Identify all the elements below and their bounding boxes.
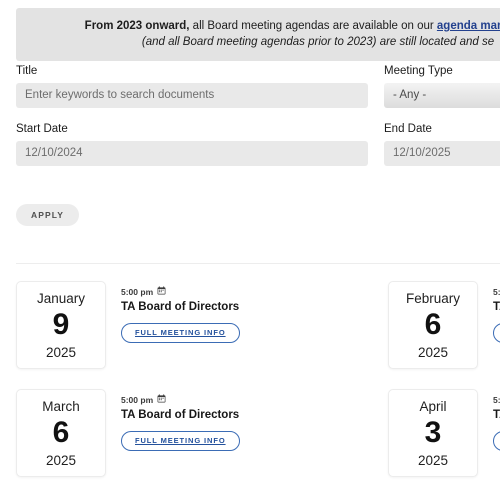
meeting-time: 5:00 pm [121,286,154,297]
meeting-detail: 5:00 pm [106,281,240,369]
form-row-two: Start Date End Date [16,122,500,166]
end-date-label: End Date [384,123,432,135]
start-date-input[interactable] [16,141,368,166]
agenda-management-link[interactable]: agenda management [437,20,500,32]
date-card: April 3 2025 [388,389,478,477]
listing-row: March 6 2025 5:00 pm TA Board of Directo… [16,389,500,477]
date-day: 6 [424,308,442,341]
date-year: 2025 [417,453,449,468]
meeting-title: TA Board of Directors [493,301,500,313]
meeting-item: January 9 2025 5:00 pm TA Board of Direc… [16,281,388,369]
date-day: 6 [52,416,70,449]
full-meeting-info-button[interactable]: FULL MEETING INFO [121,431,240,451]
meeting-item: March 6 2025 5:00 pm TA Board of Directo… [16,389,388,477]
notice-lead: From 2023 onward, [84,20,190,32]
meeting-title: TA Board of Directors [121,301,240,313]
start-date-field-group: Start Date [16,122,368,166]
date-card: February 6 2025 [388,281,478,369]
apply-button[interactable]: APPLY [16,204,80,226]
date-card: January 9 2025 [16,281,106,369]
date-card: March 6 2025 [16,389,106,477]
title-label: Title [16,65,38,77]
meeting-title: TA Board of Directors [493,409,500,421]
date-day: 9 [52,308,70,341]
full-meeting-info-button[interactable]: FULL MEETING INFO [493,323,500,343]
end-date-input[interactable] [384,141,500,166]
full-meeting-info-button[interactable]: FULL MEETING INFO [493,431,500,451]
meeting-title: TA Board of Directors [121,409,240,421]
meeting-detail: 5:00 pm [106,389,240,477]
page-root: From 2023 onward, all Board meeting agen… [0,0,500,500]
notice-banner: From 2023 onward, all Board meeting agen… [16,8,500,61]
meeting-listings: January 9 2025 5:00 pm TA Board of Direc… [16,281,500,497]
start-date-label: Start Date [16,123,68,135]
meeting-type-field-group: Meeting Type - Any - [384,64,500,108]
meeting-type-select[interactable]: - Any - [384,83,500,108]
meeting-time: 5:00 pm [121,394,154,405]
title-field-group: Title [16,64,368,108]
date-month: January [36,291,86,306]
calendar-icon [157,286,166,298]
meeting-detail: 5:00 pm [478,281,500,369]
date-month: April [419,399,447,414]
search-input[interactable] [16,83,368,108]
meeting-type-label: Meeting Type [384,65,453,77]
apply-button-wrap: APPLY [16,204,80,226]
date-month: March [42,399,80,414]
form-row-one: Title Meeting Type - Any - [16,64,500,108]
calendar-icon [157,394,166,406]
meeting-item: April 3 2025 5:00 pm [388,389,500,477]
meeting-time-row: 5:00 pm [121,394,240,406]
notice-body: all Board meeting agendas are available … [189,20,437,32]
full-meeting-info-button[interactable]: FULL MEETING INFO [121,323,240,343]
date-year: 2025 [45,453,77,468]
meeting-time: 5:00 pm [493,394,500,405]
filter-form: Title Meeting Type - Any - Start Date En… [16,64,500,180]
meeting-time-row: 5:00 pm [493,394,500,406]
meeting-detail: 5:00 pm [478,389,500,477]
date-day: 3 [424,416,442,449]
date-year: 2025 [45,345,77,360]
meeting-time-row: 5:00 pm [493,286,500,298]
meeting-time-row: 5:00 pm [121,286,240,298]
meeting-time: 5:00 pm [493,286,500,297]
listing-row: January 9 2025 5:00 pm TA Board of Direc… [16,281,500,369]
date-month: February [405,291,461,306]
date-year: 2025 [417,345,449,360]
section-divider [16,263,500,264]
end-date-field-group: End Date [384,122,500,166]
notice-line-two: (and all Board meeting agendas prior to … [141,36,495,48]
meeting-item: February 6 2025 5:00 pm [388,281,500,369]
